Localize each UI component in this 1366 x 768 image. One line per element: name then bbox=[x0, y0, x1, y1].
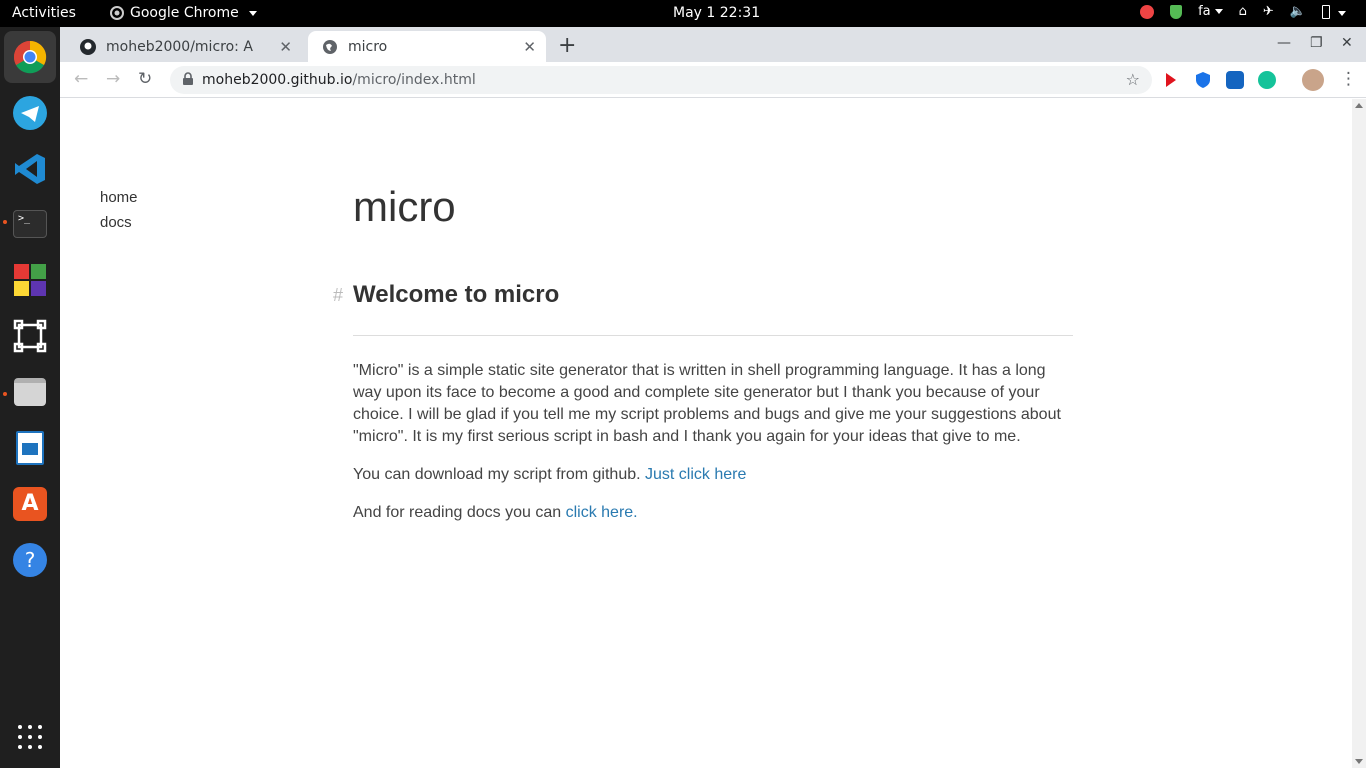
files-icon[interactable] bbox=[11, 373, 49, 411]
keyboard-layout[interactable]: fa bbox=[1198, 4, 1223, 19]
chrome-small-icon bbox=[110, 6, 124, 20]
help-icon[interactable]: ? bbox=[11, 541, 49, 579]
show-applications-icon[interactable] bbox=[18, 725, 42, 749]
back-arrow-icon[interactable]: ← bbox=[74, 69, 88, 89]
new-tab-button[interactable]: + bbox=[558, 33, 576, 58]
address-bar[interactable]: moheb2000.github.io/micro/index.html ☆ bbox=[170, 66, 1152, 94]
main-content: micro # Welcome to micro "Micro" is a si… bbox=[333, 183, 1073, 524]
close-window-icon[interactable]: ✕ bbox=[1341, 35, 1353, 51]
record-indicator-icon[interactable] bbox=[1140, 4, 1155, 19]
menu-kebab-icon[interactable]: ⋮ bbox=[1340, 69, 1357, 89]
system-menu-chevron-icon[interactable] bbox=[1338, 11, 1346, 16]
battery-icon[interactable] bbox=[1322, 4, 1330, 19]
side-nav: home docs bbox=[100, 185, 138, 235]
browser-toolbar: ← → ↻ moheb2000.github.io/micro/index.ht… bbox=[60, 62, 1366, 98]
airplane-icon[interactable]: ✈ bbox=[1263, 4, 1274, 19]
github-download-link[interactable]: Just click here bbox=[645, 466, 746, 483]
running-indicator bbox=[3, 392, 7, 396]
vector-app-icon[interactable] bbox=[11, 317, 49, 355]
scroll-up-icon[interactable] bbox=[1355, 103, 1363, 108]
heading-anchor-link[interactable]: # bbox=[333, 285, 343, 306]
close-tab-icon[interactable]: ✕ bbox=[279, 38, 292, 56]
scroll-down-icon[interactable] bbox=[1355, 759, 1363, 764]
url-path: /micro/index.html bbox=[352, 72, 476, 88]
docs-text: And for reading docs you can bbox=[353, 504, 562, 521]
page-title: micro bbox=[353, 183, 456, 230]
intro-paragraph: "Micro" is a simple static site generato… bbox=[353, 362, 1061, 445]
tab-title: micro bbox=[348, 38, 388, 55]
grammarly-icon[interactable] bbox=[1258, 71, 1276, 89]
system-top-bar: Activities Google Chrome May 1 22:31 fa … bbox=[0, 0, 1366, 27]
page-scrollbar[interactable] bbox=[1352, 99, 1366, 768]
tab-title: moheb2000/micro: A stati bbox=[106, 38, 256, 55]
tab-github[interactable]: moheb2000/micro: A stati ✕ bbox=[66, 31, 302, 62]
volume-icon[interactable]: 🔈 bbox=[1290, 4, 1306, 19]
shield-icon[interactable] bbox=[1170, 4, 1183, 19]
globe-icon bbox=[323, 39, 337, 54]
section-heading-text: Welcome to micro bbox=[353, 281, 560, 308]
puzzle-app-icon[interactable] bbox=[11, 261, 49, 299]
extension-translate-icon[interactable] bbox=[1226, 71, 1244, 89]
reload-icon[interactable]: ↻ bbox=[138, 69, 152, 89]
github-icon bbox=[80, 38, 96, 55]
writer-icon[interactable] bbox=[11, 429, 49, 467]
forward-arrow-icon[interactable]: → bbox=[106, 69, 120, 89]
nav-link-docs[interactable]: docs bbox=[100, 210, 138, 235]
vscode-icon[interactable] bbox=[11, 150, 49, 188]
chevron-down-icon bbox=[1214, 9, 1223, 14]
dock: >_ A ? bbox=[0, 27, 60, 768]
running-indicator bbox=[3, 220, 7, 224]
restore-icon[interactable]: ❐ bbox=[1310, 35, 1323, 51]
url-text: moheb2000.github.io/micro/index.html bbox=[202, 72, 476, 88]
app-menu-label: Google Chrome bbox=[130, 5, 239, 21]
clock[interactable]: May 1 22:31 bbox=[673, 5, 760, 21]
minimize-icon[interactable]: — bbox=[1277, 35, 1291, 51]
tab-micro[interactable]: micro ✕ bbox=[308, 31, 546, 62]
extension-red-arrow-icon[interactable] bbox=[1162, 71, 1180, 89]
bookmark-star-icon[interactable]: ☆ bbox=[1126, 70, 1140, 89]
system-tray[interactable]: fa ⌂ ✈ 🔈 bbox=[1140, 4, 1330, 19]
lock-icon[interactable] bbox=[182, 72, 194, 86]
docs-link[interactable]: click here bbox=[566, 504, 634, 521]
network-icon[interactable]: ⌂ bbox=[1239, 4, 1247, 19]
nav-link-home[interactable]: home bbox=[100, 185, 138, 210]
docs-period: . bbox=[633, 504, 638, 521]
telegram-icon[interactable] bbox=[11, 94, 49, 132]
close-tab-icon[interactable]: ✕ bbox=[523, 38, 536, 56]
keyboard-layout-label: fa bbox=[1198, 4, 1211, 19]
tab-strip: moheb2000/micro: A stati ✕ micro ✕ + — ❐… bbox=[60, 27, 1366, 62]
activities-button[interactable]: Activities bbox=[12, 5, 76, 21]
docs-paragraph: And for reading docs you can click here. bbox=[353, 502, 1073, 524]
svg-text:?: ? bbox=[25, 548, 36, 572]
chevron-down-icon bbox=[248, 10, 257, 16]
app-menu[interactable]: Google Chrome bbox=[110, 5, 257, 21]
download-paragraph: You can download my script from github. … bbox=[353, 464, 1073, 486]
section-heading: # Welcome to micro bbox=[333, 281, 1073, 336]
software-center-icon[interactable]: A bbox=[11, 485, 49, 523]
terminal-icon[interactable]: >_ bbox=[11, 205, 49, 243]
download-text: You can download my script from github. bbox=[353, 466, 641, 483]
chrome-icon[interactable] bbox=[4, 31, 56, 83]
url-host: moheb2000.github.io bbox=[202, 72, 353, 88]
extension-shield-icon[interactable] bbox=[1194, 71, 1212, 89]
web-page: home docs micro # Welcome to micro "Micr… bbox=[60, 99, 1352, 768]
avatar[interactable] bbox=[1302, 69, 1324, 91]
